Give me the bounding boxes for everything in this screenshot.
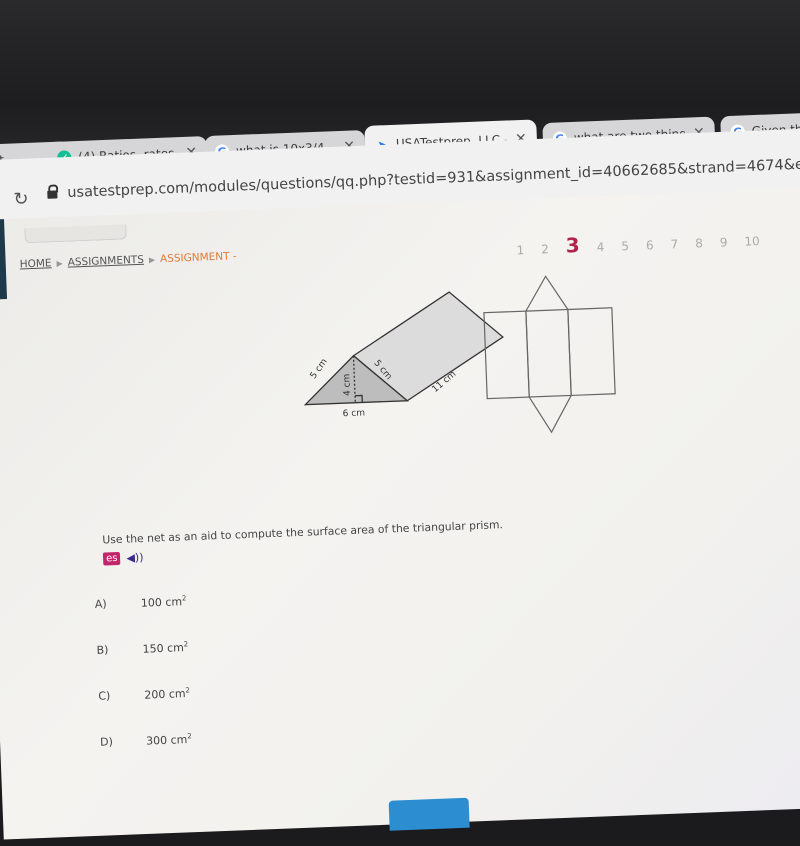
- net-bottom-triangle: [528, 395, 572, 434]
- prism-net-diagram: [483, 275, 616, 434]
- net-left-rect: [483, 310, 530, 400]
- choice-letter: A): [94, 597, 107, 611]
- prism-figure: 5 cm 5 cm 4 cm 6 cm 11 cm: [303, 275, 616, 434]
- label-left-side: 5 cm: [309, 357, 330, 381]
- net-top-triangle: [525, 275, 569, 312]
- lock-icon: [47, 190, 58, 199]
- submit-button[interactable]: [388, 797, 470, 831]
- label-base: 6 cm: [343, 408, 366, 419]
- page-content: HOME ▶ ASSIGNMENTS ▶ ASSIGNMENT - 1 2 3 …: [0, 186, 800, 840]
- choice-letter: B): [96, 643, 109, 657]
- choice-value: 100 cm2: [140, 594, 187, 610]
- question-tools: es ◀)): [102, 551, 144, 566]
- choice-value: 300 cm2: [145, 732, 192, 748]
- choice-value: 200 cm2: [144, 686, 191, 702]
- triangular-prism-diagram: [303, 291, 504, 406]
- spanish-translate-button[interactable]: es: [102, 551, 121, 566]
- net-middle-rect: [525, 308, 572, 398]
- reload-icon[interactable]: ↻: [13, 189, 29, 211]
- choice-letter: D): [99, 735, 114, 749]
- speaker-icon[interactable]: ◀)): [126, 551, 144, 565]
- net-right-rect: [567, 307, 616, 397]
- choice-letter: C): [98, 689, 111, 703]
- label-height: 4 cm: [342, 374, 353, 397]
- choice-value: 150 cm2: [142, 640, 189, 656]
